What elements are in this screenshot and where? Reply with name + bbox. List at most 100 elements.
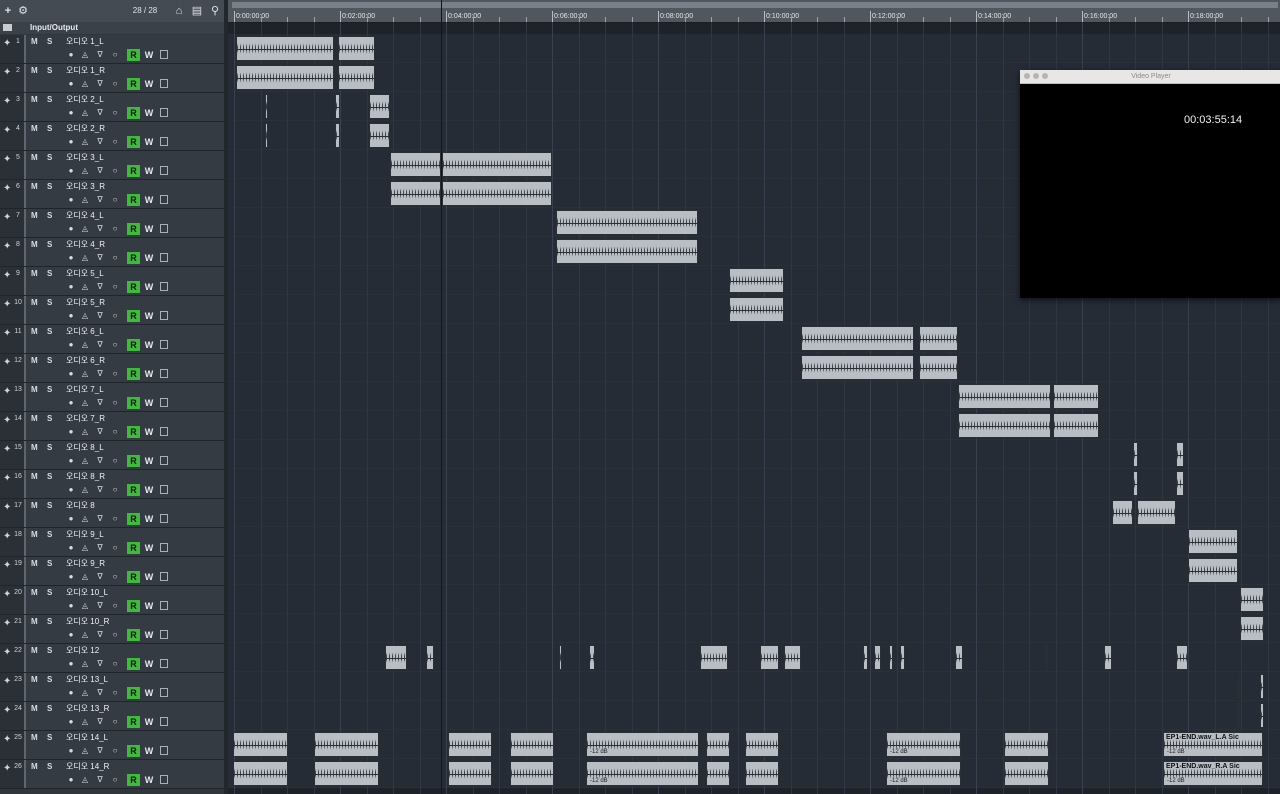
edit-channel-icon[interactable] <box>160 601 168 610</box>
mute-button[interactable]: M <box>31 733 38 742</box>
timebase-icon[interactable]: ∇ <box>95 50 105 60</box>
audio-event-clip[interactable] <box>233 732 288 757</box>
write-automation-button[interactable]: W <box>143 310 155 322</box>
audio-event-clip[interactable] <box>1112 500 1133 525</box>
record-enable-icon[interactable]: ● <box>66 688 76 698</box>
track-options-icon[interactable]: ⚙ <box>17 3 29 19</box>
edit-channel-icon[interactable] <box>160 746 168 755</box>
edit-channel-icon[interactable] <box>160 108 168 117</box>
edit-channel-icon[interactable] <box>160 514 168 523</box>
lock-icon[interactable]: ○ <box>110 253 120 263</box>
lock-icon[interactable]: ○ <box>110 340 120 350</box>
audio-event-clip[interactable] <box>706 761 730 786</box>
mute-button[interactable]: M <box>31 240 38 249</box>
read-automation-button[interactable]: R <box>127 600 140 612</box>
track-header[interactable]: ✦ 8 M S 오디오 4_R ● ◬ ∇ ○ R W <box>0 238 224 267</box>
edit-channel-icon[interactable] <box>160 717 168 726</box>
write-automation-button[interactable]: W <box>143 397 155 409</box>
write-automation-button[interactable]: W <box>143 629 155 641</box>
audio-event-clip[interactable] <box>236 65 334 90</box>
audio-event-clip[interactable] <box>1240 587 1264 612</box>
edit-channel-icon[interactable] <box>160 456 168 465</box>
audio-event-clip[interactable] <box>314 761 379 786</box>
audio-event-clip[interactable] <box>556 210 698 235</box>
track-name[interactable]: 오디오 1_R <box>66 65 105 76</box>
read-automation-button[interactable]: R <box>127 310 140 322</box>
record-enable-icon[interactable]: ● <box>66 456 76 466</box>
edit-channel-icon[interactable] <box>160 630 168 639</box>
monitor-icon[interactable]: ◬ <box>80 456 90 466</box>
track-lane[interactable] <box>228 440 1280 469</box>
audio-event-clip[interactable] <box>760 645 779 670</box>
track-lane[interactable] <box>228 701 1280 730</box>
record-enable-icon[interactable]: ● <box>66 485 76 495</box>
edit-channel-icon[interactable] <box>160 195 168 204</box>
edit-channel-icon[interactable] <box>160 398 168 407</box>
mute-button[interactable]: M <box>31 37 38 46</box>
mute-button[interactable]: M <box>31 269 38 278</box>
write-automation-button[interactable]: W <box>143 339 155 351</box>
timebase-icon[interactable]: ∇ <box>95 775 105 785</box>
record-enable-icon[interactable]: ● <box>66 369 76 379</box>
write-automation-button[interactable]: W <box>143 194 155 206</box>
track-lane[interactable] <box>228 585 1280 614</box>
track-lane[interactable] <box>228 353 1280 382</box>
track-name[interactable]: 오디오 13_L <box>66 674 108 685</box>
audio-event-clip[interactable]: -12 dB <box>586 732 699 757</box>
timebase-icon[interactable]: ∇ <box>95 456 105 466</box>
track-header[interactable]: ✦ 26 M S 오디오 14_R ● ◬ ∇ ○ R W <box>0 760 224 789</box>
edit-channel-icon[interactable] <box>160 137 168 146</box>
audio-event-clip[interactable] <box>1133 442 1138 467</box>
solo-button[interactable]: S <box>47 472 52 481</box>
write-automation-button[interactable]: W <box>143 107 155 119</box>
mute-button[interactable]: M <box>31 211 38 220</box>
track-header[interactable]: ✦ 1 M S 오디오 1_L ● ◬ ∇ ○ R W <box>0 35 224 64</box>
write-automation-button[interactable]: W <box>143 687 155 699</box>
lock-icon[interactable]: ○ <box>110 282 120 292</box>
timebase-icon[interactable]: ∇ <box>95 253 105 263</box>
read-automation-button[interactable]: R <box>127 78 140 90</box>
track-name[interactable]: 오디오 3_R <box>66 181 105 192</box>
edit-channel-icon[interactable] <box>160 775 168 784</box>
mute-button[interactable]: M <box>31 182 38 191</box>
edit-channel-icon[interactable] <box>160 311 168 320</box>
track-header[interactable]: ✦ 20 M S 오디오 10_L ● ◬ ∇ ○ R W <box>0 586 224 615</box>
monitor-icon[interactable]: ◬ <box>80 369 90 379</box>
playhead-cursor[interactable] <box>441 0 442 794</box>
timebase-icon[interactable]: ∇ <box>95 601 105 611</box>
solo-button[interactable]: S <box>47 37 52 46</box>
timebase-icon[interactable]: ∇ <box>95 630 105 640</box>
read-automation-button[interactable]: R <box>127 571 140 583</box>
solo-button[interactable]: S <box>47 704 52 713</box>
edit-channel-icon[interactable] <box>160 282 168 291</box>
monitor-icon[interactable]: ◬ <box>80 485 90 495</box>
record-enable-icon[interactable]: ● <box>66 340 76 350</box>
edit-channel-icon[interactable] <box>160 166 168 175</box>
audio-event-clip[interactable] <box>556 239 698 264</box>
track-header[interactable]: ✦ 16 M S 오디오 8_R ● ◬ ∇ ○ R W <box>0 470 224 499</box>
track-header[interactable]: ✦ 6 M S 오디오 3_R ● ◬ ∇ ○ R W <box>0 180 224 209</box>
edit-channel-icon[interactable] <box>160 485 168 494</box>
audio-event-clip[interactable] <box>1240 616 1264 641</box>
read-automation-button[interactable]: R <box>127 194 140 206</box>
audio-event-clip[interactable] <box>863 645 868 670</box>
track-header[interactable]: ✦ 14 M S 오디오 7_R ● ◬ ∇ ○ R W <box>0 412 224 441</box>
record-enable-icon[interactable]: ● <box>66 543 76 553</box>
audio-event-clip[interactable] <box>874 645 881 670</box>
audio-event-clip[interactable] <box>589 645 595 670</box>
edit-channel-icon[interactable] <box>160 224 168 233</box>
audio-event-clip[interactable] <box>1238 703 1240 728</box>
audio-event-clip[interactable] <box>236 36 334 61</box>
lock-icon[interactable]: ○ <box>110 601 120 611</box>
mute-button[interactable]: M <box>31 559 38 568</box>
audio-event-clip[interactable]: EP1-END.wav_L.A Sic -12 dB <box>1163 732 1263 757</box>
record-enable-icon[interactable]: ● <box>66 253 76 263</box>
track-lane[interactable] <box>228 527 1280 556</box>
audio-event-clip[interactable] <box>1053 384 1099 409</box>
write-automation-button[interactable]: W <box>143 252 155 264</box>
read-automation-button[interactable]: R <box>127 252 140 264</box>
audio-event-clip[interactable] <box>801 355 914 380</box>
record-enable-icon[interactable]: ● <box>66 195 76 205</box>
audio-event-clip[interactable] <box>700 645 728 670</box>
lock-icon[interactable]: ○ <box>110 137 120 147</box>
